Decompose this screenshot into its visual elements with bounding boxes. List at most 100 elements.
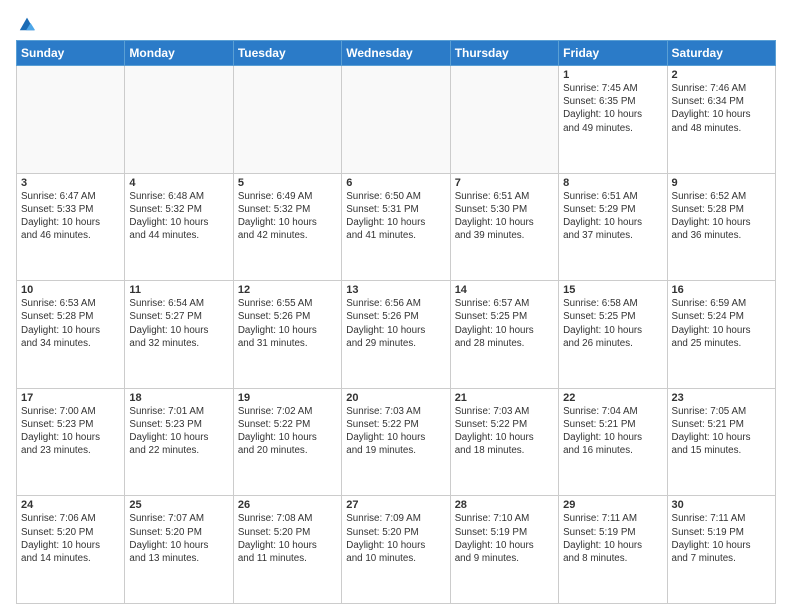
day-number: 23 <box>672 392 771 404</box>
weekday-header-row: SundayMondayTuesdayWednesdayThursdayFrid… <box>17 41 776 66</box>
day-info: Sunrise: 6:57 AM Sunset: 5:25 PM Dayligh… <box>455 297 554 350</box>
day-number: 11 <box>129 284 228 296</box>
weekday-header-saturday: Saturday <box>667 41 775 66</box>
day-number: 25 <box>129 499 228 511</box>
day-info: Sunrise: 6:55 AM Sunset: 5:26 PM Dayligh… <box>238 297 337 350</box>
day-info: Sunrise: 6:48 AM Sunset: 5:32 PM Dayligh… <box>129 190 228 243</box>
day-number: 29 <box>563 499 662 511</box>
calendar-cell: 18Sunrise: 7:01 AM Sunset: 5:23 PM Dayli… <box>125 388 233 496</box>
day-number: 19 <box>238 392 337 404</box>
calendar-cell: 2Sunrise: 7:46 AM Sunset: 6:34 PM Daylig… <box>667 66 775 174</box>
calendar-cell: 9Sunrise: 6:52 AM Sunset: 5:28 PM Daylig… <box>667 173 775 281</box>
day-info: Sunrise: 7:05 AM Sunset: 5:21 PM Dayligh… <box>672 405 771 458</box>
day-info: Sunrise: 7:46 AM Sunset: 6:34 PM Dayligh… <box>672 82 771 135</box>
calendar-cell: 12Sunrise: 6:55 AM Sunset: 5:26 PM Dayli… <box>233 281 341 389</box>
day-info: Sunrise: 6:49 AM Sunset: 5:32 PM Dayligh… <box>238 190 337 243</box>
day-number: 24 <box>21 499 120 511</box>
calendar-cell: 16Sunrise: 6:59 AM Sunset: 5:24 PM Dayli… <box>667 281 775 389</box>
calendar-week-1: 3Sunrise: 6:47 AM Sunset: 5:33 PM Daylig… <box>17 173 776 281</box>
weekday-header-monday: Monday <box>125 41 233 66</box>
day-number: 22 <box>563 392 662 404</box>
day-info: Sunrise: 7:10 AM Sunset: 5:19 PM Dayligh… <box>455 512 554 565</box>
day-number: 5 <box>238 177 337 189</box>
day-info: Sunrise: 6:53 AM Sunset: 5:28 PM Dayligh… <box>21 297 120 350</box>
day-info: Sunrise: 7:02 AM Sunset: 5:22 PM Dayligh… <box>238 405 337 458</box>
calendar-week-0: 1Sunrise: 7:45 AM Sunset: 6:35 PM Daylig… <box>17 66 776 174</box>
day-number: 2 <box>672 69 771 81</box>
day-info: Sunrise: 7:08 AM Sunset: 5:20 PM Dayligh… <box>238 512 337 565</box>
weekday-header-thursday: Thursday <box>450 41 558 66</box>
calendar-cell: 14Sunrise: 6:57 AM Sunset: 5:25 PM Dayli… <box>450 281 558 389</box>
calendar-cell: 21Sunrise: 7:03 AM Sunset: 5:22 PM Dayli… <box>450 388 558 496</box>
calendar-cell: 6Sunrise: 6:50 AM Sunset: 5:31 PM Daylig… <box>342 173 450 281</box>
day-info: Sunrise: 7:11 AM Sunset: 5:19 PM Dayligh… <box>672 512 771 565</box>
calendar-cell: 4Sunrise: 6:48 AM Sunset: 5:32 PM Daylig… <box>125 173 233 281</box>
day-number: 3 <box>21 177 120 189</box>
day-info: Sunrise: 7:06 AM Sunset: 5:20 PM Dayligh… <box>21 512 120 565</box>
day-number: 16 <box>672 284 771 296</box>
header <box>16 12 776 32</box>
day-number: 17 <box>21 392 120 404</box>
day-number: 1 <box>563 69 662 81</box>
calendar-cell: 26Sunrise: 7:08 AM Sunset: 5:20 PM Dayli… <box>233 496 341 604</box>
calendar-cell: 30Sunrise: 7:11 AM Sunset: 5:19 PM Dayli… <box>667 496 775 604</box>
calendar-cell: 24Sunrise: 7:06 AM Sunset: 5:20 PM Dayli… <box>17 496 125 604</box>
calendar-cell: 11Sunrise: 6:54 AM Sunset: 5:27 PM Dayli… <box>125 281 233 389</box>
calendar-cell <box>450 66 558 174</box>
day-number: 30 <box>672 499 771 511</box>
calendar-cell: 15Sunrise: 6:58 AM Sunset: 5:25 PM Dayli… <box>559 281 667 389</box>
calendar-cell <box>342 66 450 174</box>
logo-text <box>16 16 36 32</box>
calendar-cell: 17Sunrise: 7:00 AM Sunset: 5:23 PM Dayli… <box>17 388 125 496</box>
calendar-cell: 28Sunrise: 7:10 AM Sunset: 5:19 PM Dayli… <box>450 496 558 604</box>
day-info: Sunrise: 7:45 AM Sunset: 6:35 PM Dayligh… <box>563 82 662 135</box>
day-info: Sunrise: 7:03 AM Sunset: 5:22 PM Dayligh… <box>455 405 554 458</box>
day-info: Sunrise: 7:09 AM Sunset: 5:20 PM Dayligh… <box>346 512 445 565</box>
day-number: 21 <box>455 392 554 404</box>
calendar-cell: 3Sunrise: 6:47 AM Sunset: 5:33 PM Daylig… <box>17 173 125 281</box>
day-number: 18 <box>129 392 228 404</box>
calendar-week-3: 17Sunrise: 7:00 AM Sunset: 5:23 PM Dayli… <box>17 388 776 496</box>
calendar-cell: 20Sunrise: 7:03 AM Sunset: 5:22 PM Dayli… <box>342 388 450 496</box>
day-number: 8 <box>563 177 662 189</box>
weekday-header-sunday: Sunday <box>17 41 125 66</box>
calendar-cell: 10Sunrise: 6:53 AM Sunset: 5:28 PM Dayli… <box>17 281 125 389</box>
calendar-cell <box>17 66 125 174</box>
day-info: Sunrise: 7:01 AM Sunset: 5:23 PM Dayligh… <box>129 405 228 458</box>
day-info: Sunrise: 6:52 AM Sunset: 5:28 PM Dayligh… <box>672 190 771 243</box>
calendar-cell <box>233 66 341 174</box>
day-number: 20 <box>346 392 445 404</box>
calendar-cell: 1Sunrise: 7:45 AM Sunset: 6:35 PM Daylig… <box>559 66 667 174</box>
weekday-header-wednesday: Wednesday <box>342 41 450 66</box>
calendar-week-4: 24Sunrise: 7:06 AM Sunset: 5:20 PM Dayli… <box>17 496 776 604</box>
day-info: Sunrise: 6:50 AM Sunset: 5:31 PM Dayligh… <box>346 190 445 243</box>
calendar-cell: 13Sunrise: 6:56 AM Sunset: 5:26 PM Dayli… <box>342 281 450 389</box>
weekday-header-friday: Friday <box>559 41 667 66</box>
day-info: Sunrise: 6:59 AM Sunset: 5:24 PM Dayligh… <box>672 297 771 350</box>
day-number: 15 <box>563 284 662 296</box>
calendar-week-2: 10Sunrise: 6:53 AM Sunset: 5:28 PM Dayli… <box>17 281 776 389</box>
day-info: Sunrise: 7:07 AM Sunset: 5:20 PM Dayligh… <box>129 512 228 565</box>
calendar-cell: 19Sunrise: 7:02 AM Sunset: 5:22 PM Dayli… <box>233 388 341 496</box>
calendar-cell: 25Sunrise: 7:07 AM Sunset: 5:20 PM Dayli… <box>125 496 233 604</box>
day-info: Sunrise: 6:56 AM Sunset: 5:26 PM Dayligh… <box>346 297 445 350</box>
day-number: 27 <box>346 499 445 511</box>
day-number: 28 <box>455 499 554 511</box>
day-number: 10 <box>21 284 120 296</box>
day-number: 9 <box>672 177 771 189</box>
day-info: Sunrise: 7:00 AM Sunset: 5:23 PM Dayligh… <box>21 405 120 458</box>
calendar-cell: 27Sunrise: 7:09 AM Sunset: 5:20 PM Dayli… <box>342 496 450 604</box>
calendar-cell: 5Sunrise: 6:49 AM Sunset: 5:32 PM Daylig… <box>233 173 341 281</box>
weekday-header-tuesday: Tuesday <box>233 41 341 66</box>
day-number: 4 <box>129 177 228 189</box>
calendar-cell: 7Sunrise: 6:51 AM Sunset: 5:30 PM Daylig… <box>450 173 558 281</box>
day-info: Sunrise: 6:51 AM Sunset: 5:30 PM Dayligh… <box>455 190 554 243</box>
calendar-cell: 29Sunrise: 7:11 AM Sunset: 5:19 PM Dayli… <box>559 496 667 604</box>
day-info: Sunrise: 7:03 AM Sunset: 5:22 PM Dayligh… <box>346 405 445 458</box>
calendar-table: SundayMondayTuesdayWednesdayThursdayFrid… <box>16 40 776 604</box>
day-number: 7 <box>455 177 554 189</box>
calendar-cell: 22Sunrise: 7:04 AM Sunset: 5:21 PM Dayli… <box>559 388 667 496</box>
logo <box>16 16 36 32</box>
day-info: Sunrise: 6:58 AM Sunset: 5:25 PM Dayligh… <box>563 297 662 350</box>
day-number: 14 <box>455 284 554 296</box>
